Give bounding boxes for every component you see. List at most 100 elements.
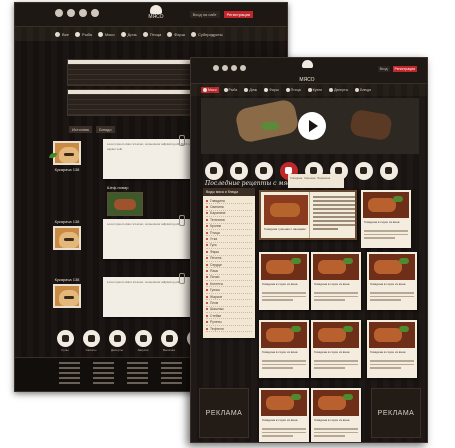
recipe-photo [261, 254, 307, 280]
category-icon [120, 31, 126, 37]
recipe-card[interactable]: Говядина в соусе из вина [259, 252, 309, 310]
recipe-title[interactable]: Говядина в соусе из вина [370, 282, 414, 286]
odnoklassniki-icon[interactable] [240, 65, 246, 71]
snack-icon[interactable] [135, 330, 152, 347]
pot-icon[interactable] [255, 162, 273, 180]
nav-item[interactable]: Все [55, 30, 69, 38]
recipe-title[interactable]: Говядина тушеная с овощами [264, 227, 308, 231]
username[interactable]: Кукарача 138 [45, 277, 89, 282]
register-button[interactable]: Регистрация [223, 11, 253, 18]
recipe-card[interactable]: Говядина в соусе из вина [311, 320, 361, 378]
nav-item-fish[interactable]: Рыба [222, 87, 240, 93]
recipe-title[interactable]: Говядина в соусе из вина [314, 418, 358, 422]
chef-hat-icon [301, 60, 313, 68]
username[interactable]: Кукарача 138 [45, 167, 89, 172]
recipe-photo [261, 390, 307, 416]
vk-icon[interactable] [55, 9, 63, 17]
front-page: МЯСО Вход Регистрация Мясо Рыба Дичь Фар… [190, 57, 428, 443]
category-icon [97, 31, 103, 37]
recipe-card[interactable]: Говядина в соусе из вина [367, 252, 417, 310]
drink-icon[interactable] [355, 162, 373, 180]
chef-card[interactable]: Шеф-повар [107, 185, 149, 216]
facebook-icon[interactable] [222, 65, 228, 71]
logo[interactable]: МЯСО [143, 5, 169, 20]
recipe-title[interactable]: Говядина в соусе из вина [314, 282, 358, 286]
tag-source[interactable]: Источник [69, 126, 93, 133]
recipe-card[interactable]: Говядина в соусе из вина [367, 320, 417, 378]
recipe-title[interactable]: Говядина в соусе из вина [262, 282, 306, 286]
bakery-icon[interactable] [161, 330, 178, 347]
fish-icon [223, 88, 228, 92]
recipe-card[interactable]: Говядина в соусе из вина [311, 252, 361, 310]
ad-banner[interactable]: РЕКЛАМА [199, 388, 249, 438]
chef-photo [107, 192, 143, 216]
nav-item-cuisine[interactable]: Кухни [306, 87, 324, 93]
play-icon[interactable] [298, 112, 326, 140]
review-user: Кукарача 138 [45, 277, 89, 310]
nav-item-mince[interactable]: Фарш [262, 87, 280, 93]
avatar[interactable] [53, 226, 81, 250]
soup-icon[interactable] [205, 162, 223, 180]
category-labels: Супы Салаты Десерты Закуски Выпечка Соус… [61, 348, 199, 352]
nav-item[interactable]: Рыба [74, 30, 92, 38]
category-icon [55, 31, 60, 37]
salad-icon[interactable] [83, 330, 100, 347]
category-icon [190, 31, 196, 37]
main-nav: Все Рыба Мясо Дичь Птица Фарш Субпродукт… [15, 27, 287, 41]
twitter-icon[interactable] [231, 65, 237, 71]
recipe-card[interactable]: Говядина в соусе из вина [311, 388, 361, 442]
recipe-title[interactable]: Говядина в соусе из вина [370, 350, 414, 354]
login-area: Вход на сайт Регистрация [189, 11, 253, 18]
sauce-icon[interactable] [380, 162, 398, 180]
nav-item-desserts[interactable]: Десерты [327, 87, 350, 93]
featured-recipe[interactable]: Говядина тушеная с овощами [259, 190, 357, 240]
dessert-icon[interactable] [109, 330, 126, 347]
meat-icon [203, 88, 207, 92]
recipe-card[interactable]: Говядина в соусе из вина [259, 388, 309, 442]
nav-item[interactable]: Дичь [120, 30, 137, 38]
sidebar-item[interactable]: Тефтели [206, 326, 252, 333]
hero-video[interactable] [201, 98, 419, 154]
category-icon [167, 31, 173, 37]
category-icon [74, 31, 80, 37]
nav-item-game[interactable]: Дичь [242, 87, 259, 93]
recipe-title[interactable]: Говядина в соусе из вина [262, 350, 306, 354]
food-image [234, 98, 300, 144]
logo[interactable]: МЯСО [291, 60, 323, 86]
nav-item-poultry[interactable]: Птица [284, 87, 303, 93]
vk-icon[interactable] [213, 65, 219, 71]
header: МЯСО Вход Регистрация [191, 58, 427, 84]
soup-icon[interactable] [57, 330, 74, 347]
tag-row: Источник Блюдо [69, 126, 118, 133]
recipe-title[interactable]: Говядина в соусе из вина [314, 350, 358, 354]
login-link[interactable]: Вход [377, 66, 390, 72]
salad-icon[interactable] [230, 162, 248, 180]
tag-dish[interactable]: Блюдо [96, 126, 115, 133]
sidebar-list: Говядина Свинина Баранина Телятина Кроли… [203, 196, 255, 334]
poultry-icon [285, 88, 290, 92]
avatar[interactable] [53, 284, 81, 308]
recipe-title[interactable]: Говядина в соусе из вина [364, 220, 408, 224]
recipe-title[interactable]: Говядина в соусе из вина [262, 418, 306, 422]
nav-item-meat[interactable]: Мясо [201, 87, 219, 93]
recipe-card[interactable]: Говядина в соусе из вина [361, 190, 411, 248]
dessert-icon [329, 88, 334, 92]
footer-column [127, 362, 153, 387]
review-note: Lorem ipsum dolor sit amet, consectetur … [103, 135, 203, 179]
facebook-icon[interactable] [67, 9, 75, 17]
nav-item[interactable]: Птица [142, 30, 161, 38]
recipe-card[interactable]: Говядина в соусе из вина [259, 320, 309, 378]
ad-banner[interactable]: РЕКЛАМА [371, 388, 421, 438]
nav-item-dishes[interactable]: Блюда [353, 87, 373, 93]
avatar[interactable] [53, 141, 81, 165]
nav-item[interactable]: Субпродукты [190, 30, 223, 38]
recipe-photo [369, 254, 415, 280]
username[interactable]: Кукарача 138 [45, 219, 89, 224]
register-button[interactable]: Регистрация [392, 66, 417, 72]
odnoklassniki-icon[interactable] [91, 9, 99, 17]
nav-item[interactable]: Мясо [97, 30, 115, 38]
game-icon [244, 88, 249, 92]
nav-item[interactable]: Фарш [167, 30, 185, 38]
twitter-icon[interactable] [79, 9, 87, 17]
login-link[interactable]: Вход на сайт [189, 11, 220, 18]
